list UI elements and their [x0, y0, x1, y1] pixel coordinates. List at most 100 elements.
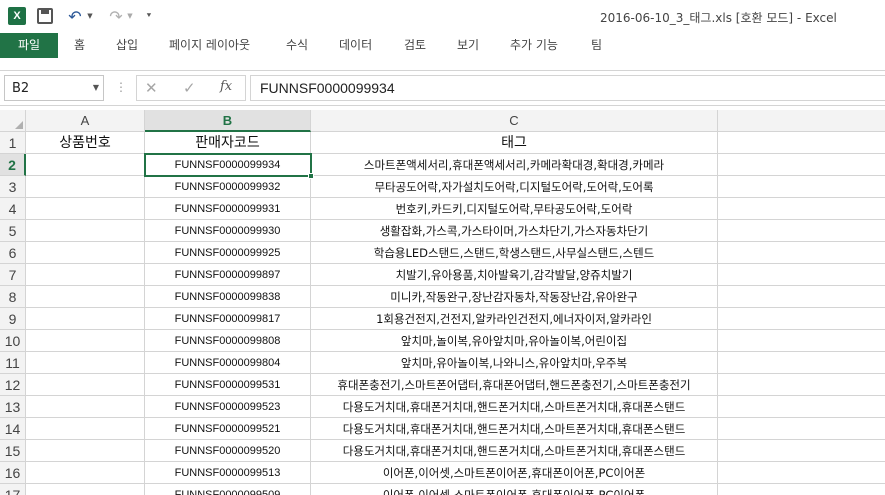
cell-tags[interactable]: 다용도거치대,휴대폰거치대,핸드폰거치대,스마트폰거치대,휴대폰스탠드 [311, 440, 718, 462]
row-header[interactable]: 6 [0, 242, 26, 264]
cell-product-no[interactable] [26, 484, 145, 495]
empty-cell[interactable] [718, 154, 885, 176]
row-header[interactable]: 7 [0, 264, 26, 286]
cell-seller-code[interactable]: FUNNSF0000099513 [145, 462, 311, 484]
more-vertical-icon[interactable]: ⋮ [115, 80, 127, 94]
tab-formulas[interactable]: 수식 [286, 33, 308, 58]
column-header-a[interactable]: A [26, 110, 145, 132]
formula-input[interactable]: FUNNSF0000099934 [250, 75, 885, 101]
cell-seller-code[interactable]: FUNNSF0000099817 [145, 308, 311, 330]
empty-cell[interactable] [718, 330, 885, 352]
row-header[interactable]: 5 [0, 220, 26, 242]
row-header[interactable]: 10 [0, 330, 26, 352]
redo-dropdown-icon[interactable]: ▼ [126, 7, 134, 25]
cell-product-no[interactable] [26, 396, 145, 418]
cell-product-no[interactable] [26, 462, 145, 484]
header-cell-tags[interactable]: 태그 [311, 132, 718, 154]
cell-tags[interactable]: 생활잡화,가스콕,가스타이머,가스차단기,가스자동차단기 [311, 220, 718, 242]
cell-seller-code[interactable]: FUNNSF0000099520 [145, 440, 311, 462]
cell-product-no[interactable] [26, 352, 145, 374]
row-header[interactable]: 12 [0, 374, 26, 396]
cell-product-no[interactable] [26, 440, 145, 462]
row-header[interactable]: 2 [0, 154, 26, 176]
cell-seller-code[interactable]: FUNNSF0000099932 [145, 176, 311, 198]
cell-seller-code[interactable]: FUNNSF0000099925 [145, 242, 311, 264]
column-header-empty[interactable] [718, 110, 885, 132]
cell-tags[interactable]: 이어폰,이어셋,스마트폰이어폰,휴대폰이어폰,PC이어폰 [311, 484, 718, 495]
cancel-icon[interactable]: ✕ [145, 79, 158, 97]
cell-tags[interactable]: 치발기,유아용품,치아발육기,감각발달,양쥬치발기 [311, 264, 718, 286]
cell-product-no[interactable] [26, 264, 145, 286]
tab-view[interactable]: 보기 [457, 33, 479, 58]
empty-cell[interactable] [718, 308, 885, 330]
cell-seller-code[interactable]: FUNNSF0000099838 [145, 286, 311, 308]
row-header[interactable]: 16 [0, 462, 26, 484]
cell-product-no[interactable] [26, 242, 145, 264]
cell-seller-code[interactable]: FUNNSF0000099804 [145, 352, 311, 374]
empty-cell[interactable] [718, 374, 885, 396]
cell-tags[interactable]: 스마트폰액세서리,휴대폰액세서리,카메라확대경,확대경,카메라 [311, 154, 718, 176]
empty-cell[interactable] [718, 352, 885, 374]
cell-seller-code[interactable]: FUNNSF0000099509 [145, 484, 311, 495]
header-cell-product-no[interactable]: 상품번호 [26, 132, 145, 154]
row-header[interactable]: 17 [0, 484, 26, 495]
cell-product-no[interactable] [26, 330, 145, 352]
insert-function-icon[interactable]: fx [220, 79, 232, 94]
chevron-down-icon[interactable]: ▼ [93, 83, 99, 92]
tab-review[interactable]: 검토 [404, 33, 426, 58]
cell-tags[interactable]: 앞치마,유아놀이복,나와니스,유아앞치마,우주복 [311, 352, 718, 374]
tab-file[interactable]: 파일 [0, 33, 58, 58]
row-header[interactable]: 9 [0, 308, 26, 330]
empty-cell[interactable] [718, 418, 885, 440]
empty-cell[interactable] [718, 132, 885, 154]
cell-product-no[interactable] [26, 286, 145, 308]
row-header[interactable]: 11 [0, 352, 26, 374]
cell-seller-code[interactable]: FUNNSF0000099531 [145, 374, 311, 396]
cell-seller-code[interactable]: FUNNSF0000099931 [145, 198, 311, 220]
tab-add-ins[interactable]: 추가 기능 [510, 33, 558, 58]
cell-tags[interactable]: 번호키,카드키,디지털도어락,무타공도어락,도어락 [311, 198, 718, 220]
cell-seller-code[interactable]: FUNNSF0000099523 [145, 396, 311, 418]
column-header-b[interactable]: B [145, 110, 311, 132]
column-header-c[interactable]: C [311, 110, 718, 132]
cell-tags[interactable]: 앞치마,놀이복,유아앞치마,유아놀이복,어린이집 [311, 330, 718, 352]
row-header[interactable]: 8 [0, 286, 26, 308]
row-header[interactable]: 1 [0, 132, 26, 154]
cell-product-no[interactable] [26, 418, 145, 440]
redo-icon[interactable]: ↷ [106, 7, 126, 26]
cell-seller-code[interactable]: FUNNSF0000099808 [145, 330, 311, 352]
cell-seller-code[interactable]: FUNNSF0000099934 [145, 154, 311, 176]
customize-quick-access-icon[interactable]: ⯆ [144, 7, 154, 25]
cell-product-no[interactable] [26, 176, 145, 198]
tab-data[interactable]: 데이터 [339, 33, 372, 58]
empty-cell[interactable] [718, 440, 885, 462]
cell-tags[interactable]: 학습용LED스탠드,스탠드,학생스탠드,사무실스탠드,스텐드 [311, 242, 718, 264]
cell-tags[interactable]: 휴대폰충전기,스마트폰어댑터,휴대폰어댑터,핸드폰충전기,스마트폰충전기 [311, 374, 718, 396]
cell-tags[interactable]: 1회용건전지,건전지,알카라인건전지,에너자이저,알카라인 [311, 308, 718, 330]
empty-cell[interactable] [718, 176, 885, 198]
cell-seller-code[interactable]: FUNNSF0000099897 [145, 264, 311, 286]
empty-cell[interactable] [718, 198, 885, 220]
tab-home[interactable]: 홈 [74, 33, 85, 58]
cell-product-no[interactable] [26, 220, 145, 242]
empty-cell[interactable] [718, 396, 885, 418]
empty-cell[interactable] [718, 484, 885, 495]
cell-tags[interactable]: 다용도거치대,휴대폰거치대,핸드폰거치대,스마트폰거치대,휴대폰스탠드 [311, 396, 718, 418]
empty-cell[interactable] [718, 264, 885, 286]
row-header[interactable]: 4 [0, 198, 26, 220]
excel-logo-icon[interactable]: X [8, 7, 26, 25]
tab-page-layout[interactable]: 페이지 레이아웃 [169, 33, 250, 58]
cell-seller-code[interactable]: FUNNSF0000099521 [145, 418, 311, 440]
tab-insert[interactable]: 삽입 [116, 33, 138, 58]
cell-tags[interactable]: 무타공도어락,자가설치도어락,디지털도어락,도어락,도어록 [311, 176, 718, 198]
empty-cell[interactable] [718, 462, 885, 484]
save-icon[interactable] [37, 8, 53, 24]
cell-product-no[interactable] [26, 308, 145, 330]
tab-team[interactable]: 팀 [591, 33, 602, 58]
cell-tags[interactable]: 다용도거치대,휴대폰거치대,핸드폰거치대,스마트폰거치대,휴대폰스탠드 [311, 418, 718, 440]
empty-cell[interactable] [718, 286, 885, 308]
cell-product-no[interactable] [26, 154, 145, 176]
empty-cell[interactable] [718, 220, 885, 242]
select-all-button[interactable] [0, 110, 26, 132]
empty-cell[interactable] [718, 242, 885, 264]
